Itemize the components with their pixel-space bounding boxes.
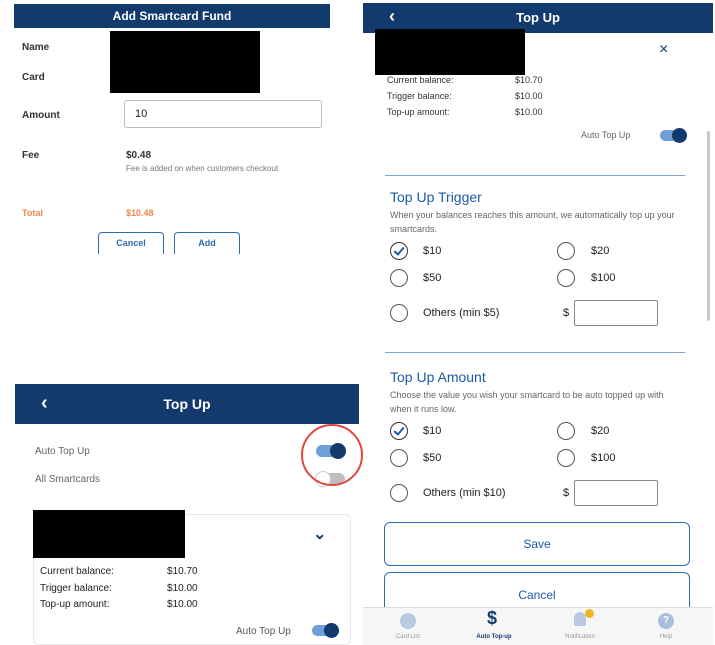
add-fund-header: Add Smartcard Fund [14,4,330,28]
auto-topup-label: Auto Top Up [581,130,631,140]
trigger-radio-50[interactable] [390,269,408,287]
save-button[interactable]: Save [384,522,690,566]
topup-title: Top Up [163,396,211,412]
trigger-option-10: $10 [423,245,442,257]
trigger-option-100: $100 [591,272,616,284]
scrollbar[interactable] [707,131,710,321]
amount-radio-20[interactable] [557,422,575,440]
trigger-section-description: When your balances reaches this amount, … [390,210,675,234]
topup-amount-value: $10.00 [167,599,198,610]
auto-topup-toggle[interactable] [660,128,687,143]
dollar-icon: $ [487,608,498,628]
amount-others-label: Others (min $10) [423,487,506,499]
trigger-balance-value: $10.00 [515,91,543,101]
add-button[interactable]: Add [174,232,240,254]
current-balance-value: $10.70 [167,566,198,577]
bottom-nav: Card List $ Auto Top-up Notification ? H… [363,607,713,645]
current-balance-value: $10.70 [515,75,543,85]
nav-item-auto-topup[interactable]: $ Auto Top-up [459,608,529,645]
fee-label: Fee [22,150,40,161]
topup-amount-label: Top-up amount: [40,599,110,610]
amount-radio-10[interactable] [390,422,408,440]
cancel-button[interactable]: Cancel [98,232,164,254]
back-arrow-icon[interactable]: ‹ [389,6,395,27]
nav-label: Notification [565,634,595,640]
nav-label: Auto Top-up [476,634,512,640]
amount-radio-others[interactable] [390,484,408,502]
card-auto-topup-label: Auto Top Up [236,626,291,637]
auto-topup-label: Auto Top Up [35,446,90,457]
trigger-option-20: $20 [591,245,610,257]
amount-section-title: Top Up Amount [390,369,486,385]
amount-label: Amount [22,110,60,121]
trigger-radio-100[interactable] [557,269,575,287]
topup-panel-left: Top Up ‹ Auto Top Up All Smartcards ⌄ Cu… [15,384,363,645]
redacted-name-card [110,31,260,93]
trigger-balance-label: Trigger balance: [387,91,452,101]
amount-radio-50[interactable] [390,449,408,467]
topup-amount-value: $10.00 [515,107,543,117]
section-divider [385,352,685,353]
nav-label: Card List [395,634,420,640]
trigger-radio-others[interactable] [390,304,408,322]
nav-item-help[interactable]: ? Help [631,608,701,645]
card-list-icon [400,613,416,629]
amount-option-20: $20 [591,425,610,437]
nav-item-notification[interactable]: Notification [545,608,615,645]
amount-option-100: $100 [591,452,616,464]
section-divider [385,175,685,176]
card-label: Card [22,72,45,83]
name-label: Name [22,42,50,53]
amount-others-currency: $ [563,487,570,499]
all-smartcards-label: All Smartcards [35,474,101,485]
card-auto-topup-toggle[interactable] [312,623,339,638]
trigger-radio-10[interactable] [390,242,408,260]
highlight-circle [301,424,363,486]
amount-input[interactable] [124,100,322,128]
amount-section-description: Choose the value you wish your smartcard… [390,390,664,414]
trigger-option-50: $50 [423,272,442,284]
toggle-knob [324,623,339,638]
cancel-button[interactable]: Cancel [384,572,690,608]
topup-amount-label: Top-up amount: [387,107,450,117]
amount-radio-100[interactable] [557,449,575,467]
amount-option-10: $10 [423,425,442,437]
amount-option-50: $50 [423,452,442,464]
topup-header: Top Up ‹ [15,384,359,424]
back-arrow-icon[interactable]: ‹ [41,392,48,415]
nav-item-card-list[interactable]: Card List [373,608,443,645]
redacted-card-name [33,510,185,558]
nav-label: Help [659,634,673,640]
amount-others-input[interactable] [574,480,658,506]
fee-value: $0.48 [126,150,152,161]
toggle-knob [672,128,687,143]
fee-note: Fee is added on when customers checkout [126,164,279,173]
help-icon: ? [658,613,674,629]
trigger-others-input[interactable] [574,300,658,326]
trigger-balance-value: $10.00 [167,583,198,594]
trigger-section-title: Top Up Trigger [390,189,482,205]
total-label: Total [22,208,43,218]
trigger-others-label: Others (min $5) [423,307,500,319]
chevron-down-icon[interactable]: ⌄ [313,524,326,544]
topup-panel-right: Top Up ‹ × Current balance: $10.70 Trigg… [363,3,713,645]
close-icon[interactable]: × [659,41,668,59]
trigger-balance-label: Trigger balance: [40,583,112,594]
redacted-card-name [375,29,525,75]
current-balance-label: Current balance: [387,75,454,85]
current-balance-label: Current balance: [40,566,114,577]
trigger-radio-20[interactable] [557,242,575,260]
notification-badge [585,609,594,618]
total-value: $10.48 [126,208,154,218]
add-smartcard-fund-panel: Add Smartcard Fund Name Card Amount Fee … [14,4,330,254]
trigger-others-currency: $ [563,307,570,319]
